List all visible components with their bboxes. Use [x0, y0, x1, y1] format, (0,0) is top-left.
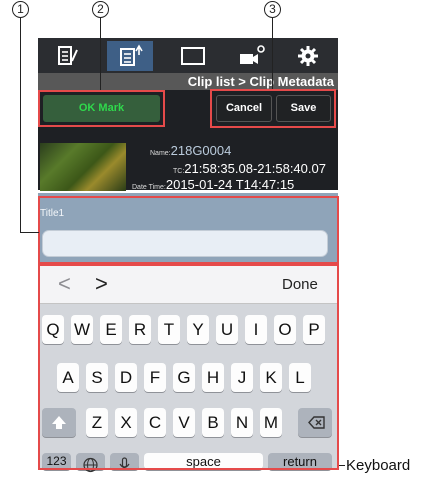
keyboard-callout-line	[339, 465, 345, 467]
date-label: Date Time:	[132, 184, 166, 191]
settings-gear-icon[interactable]	[285, 41, 331, 71]
callout-3-line	[272, 18, 274, 89]
callout-2-line	[100, 18, 102, 90]
callout-1-line-h	[20, 232, 39, 234]
clip-thumbnail	[40, 143, 126, 191]
callout-1-highlight	[38, 196, 339, 264]
callout-1-line	[20, 18, 22, 233]
camera-settings-icon[interactable]	[228, 41, 274, 71]
callout-3: 3	[264, 1, 281, 18]
clip-metadata-icon[interactable]	[107, 41, 153, 71]
keyboard-label: Keyboard	[346, 457, 411, 474]
clip-list-icon[interactable]	[44, 41, 90, 71]
clip-name: 218G0004	[170, 143, 232, 158]
clip-date-row: Date Time:2015-01-24 T14:47:15	[132, 177, 294, 191]
clip-timecode: 21:58:35.08-21:58:40.07	[184, 161, 326, 176]
breadcrumb: Clip list > Clip Metadata	[38, 73, 338, 90]
callout-3-highlight	[210, 89, 336, 128]
keyboard-highlight	[38, 264, 339, 470]
clip-name-row: Name:218G0004	[150, 143, 231, 158]
clip-datetime: 2015-01-24 T14:47:15	[165, 177, 295, 191]
callout-1: 1	[12, 1, 29, 18]
name-label: Name:	[150, 150, 171, 157]
top-toolbar	[38, 38, 338, 73]
monitor-icon[interactable]	[170, 41, 216, 71]
callout-2: 2	[92, 1, 109, 18]
callout-2-highlight	[38, 90, 165, 127]
clip-tc-row: TC:21:58:35.08-21:58:40.07	[173, 161, 326, 176]
tc-label: TC:	[173, 168, 185, 175]
